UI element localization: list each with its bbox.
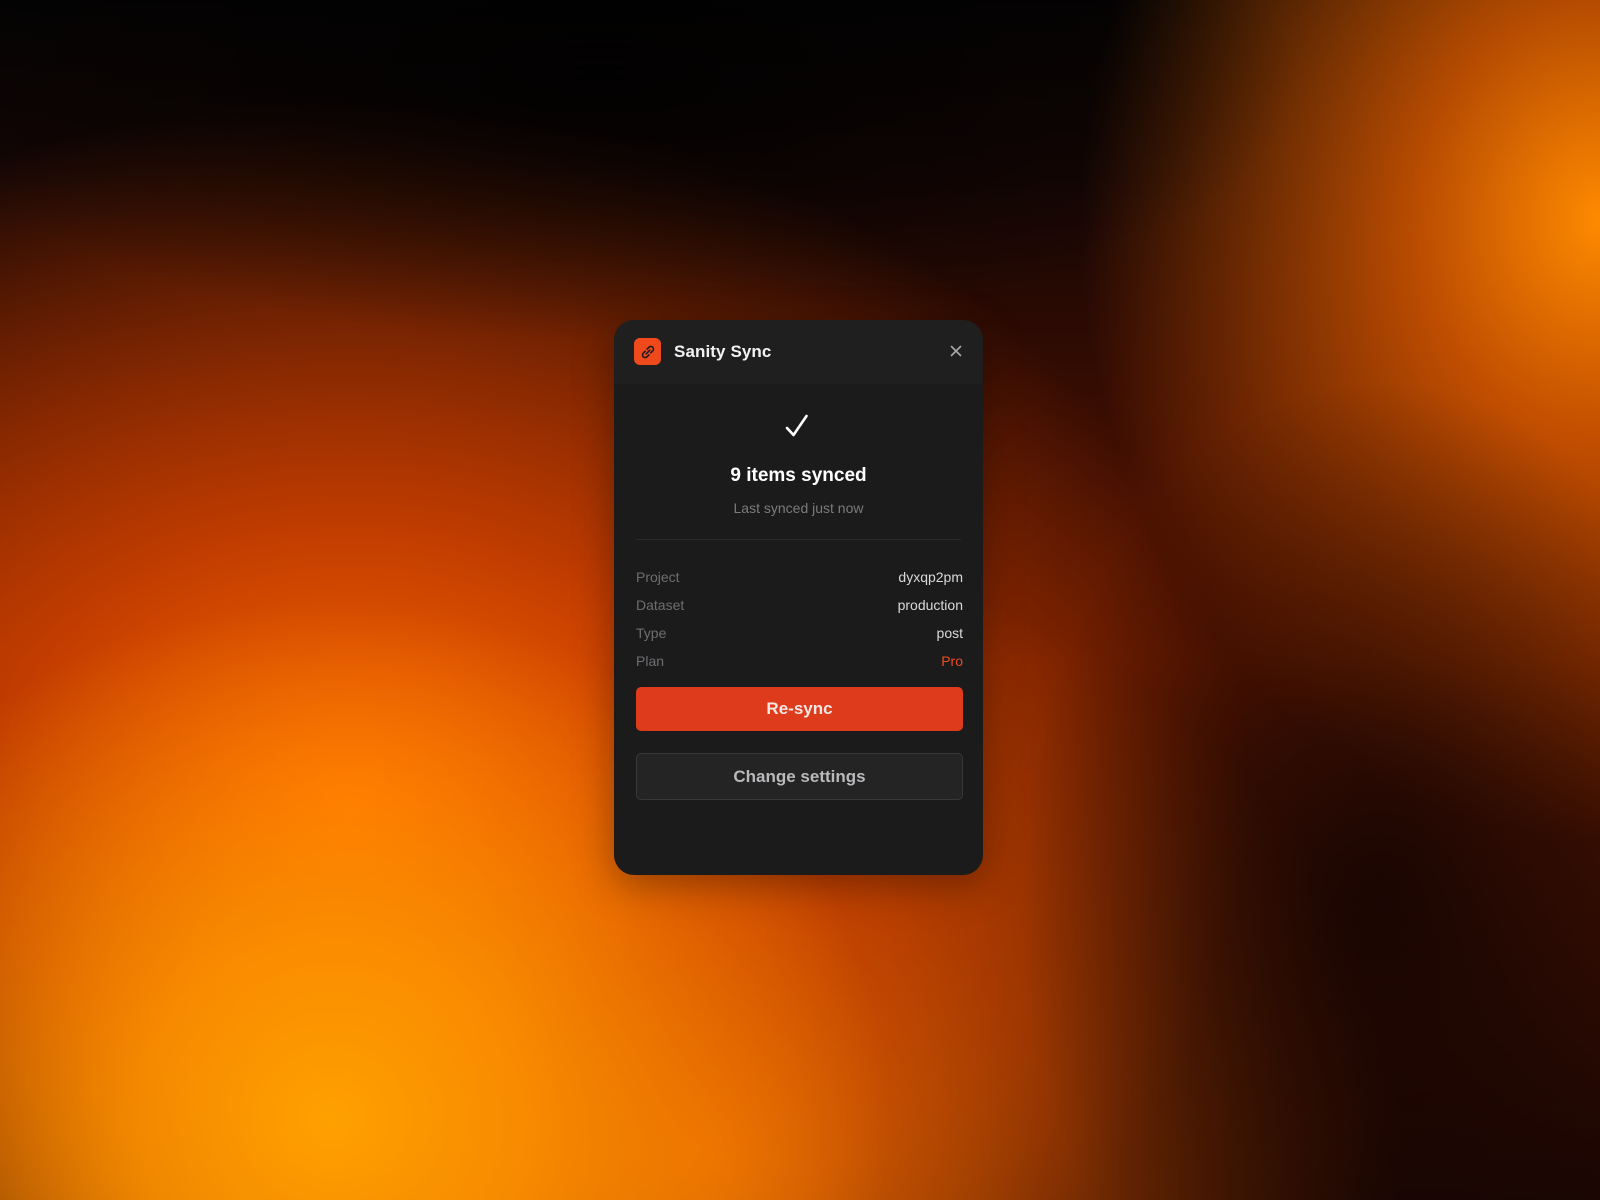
detail-row-project: Project dyxqp2pm [636,563,963,591]
divider [636,539,961,540]
plan-badge: Pro [941,653,963,669]
change-settings-button[interactable]: Change settings [636,753,963,800]
close-icon [950,345,962,357]
last-synced-text: Last synced just now [733,500,864,516]
detail-row-type: Type post [636,619,963,647]
detail-value: production [897,597,963,613]
detail-label: Dataset [636,597,685,613]
detail-label: Plan [636,653,665,669]
detail-value: post [936,625,963,641]
detail-row-plan: Plan Pro [636,647,963,675]
sanity-logo-icon [634,338,661,365]
details-list: Project dyxqp2pm Dataset production Type… [636,563,963,675]
sync-panel: Sanity Sync 9 items synced Last synced j… [614,320,983,875]
close-button[interactable] [945,340,967,362]
detail-label: Project [636,569,680,585]
panel-header: Sanity Sync [614,320,983,384]
check-icon [785,414,808,437]
detail-label: Type [636,625,667,641]
app-title: Sanity Sync [674,342,772,361]
resync-button[interactable]: Re-sync [636,687,963,731]
sync-count-title: 9 items synced [730,465,867,486]
detail-row-dataset: Dataset production [636,591,963,619]
detail-value: dyxqp2pm [898,569,963,585]
